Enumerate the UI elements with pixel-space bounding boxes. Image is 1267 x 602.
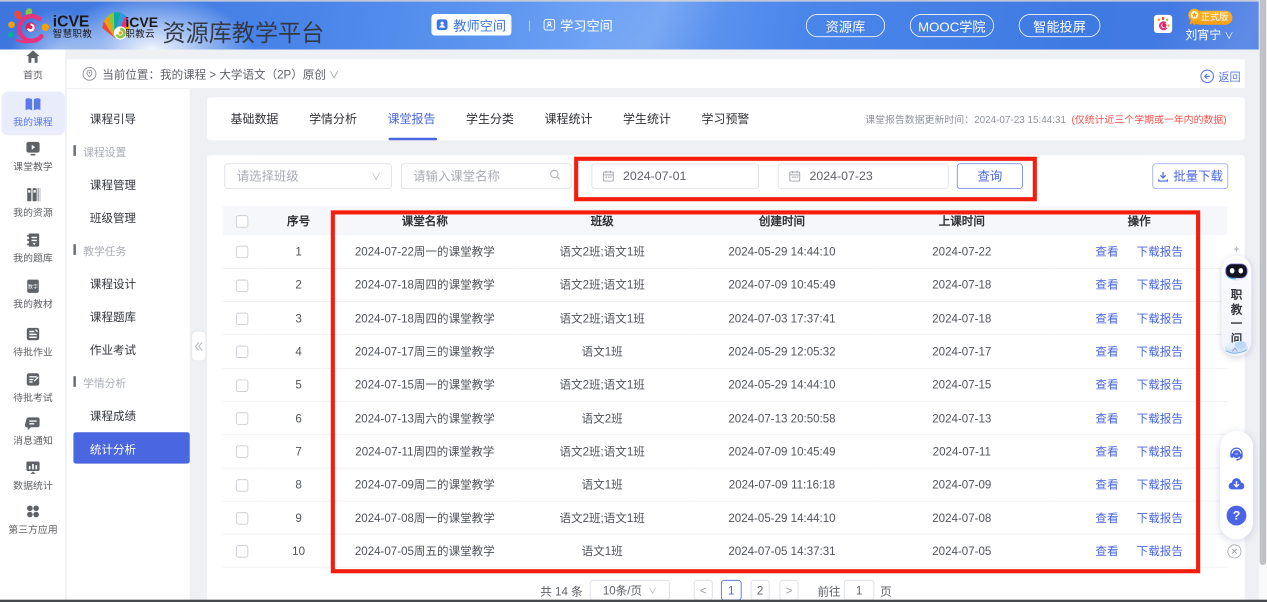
svg-text:智慧职教: 智慧职教: [53, 28, 93, 40]
svg-text:iCVE: iCVE: [53, 13, 90, 30]
svg-text:iCVE: iCVE: [125, 14, 158, 30]
svg-text:数字: 数字: [28, 283, 38, 290]
svg-text:职教云: 职教云: [125, 28, 155, 40]
